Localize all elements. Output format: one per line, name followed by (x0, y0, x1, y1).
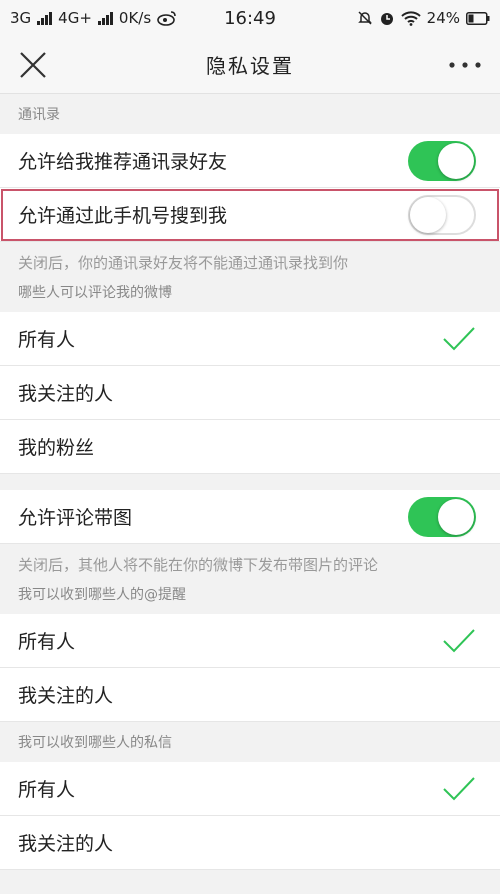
row-label: 允许评论带图 (18, 507, 133, 529)
row-comment-image: 允许评论带图 (0, 490, 500, 544)
option-dm-all[interactable]: 所有人 (0, 762, 500, 816)
option-label: 所有人 (18, 631, 76, 653)
option-label: 所有人 (18, 779, 76, 801)
signal-icon (97, 11, 113, 25)
row-label: 允许通过此手机号搜到我 (18, 205, 228, 227)
more-icon[interactable] (448, 61, 482, 69)
wifi-icon (400, 11, 421, 26)
option-comment-following[interactable]: 我关注的人 (0, 366, 500, 420)
option-mention-all[interactable]: 所有人 (0, 614, 500, 668)
checkmark-icon (443, 628, 475, 652)
hint-comment-image: 关闭后，其他人将不能在你的微博下发布带图片的评论 (18, 555, 379, 574)
option-label: 我关注的人 (18, 685, 114, 707)
toggle-knob (410, 196, 446, 233)
toggle-knob (438, 142, 474, 179)
carrier-1: 3G (10, 9, 32, 27)
option-label: 所有人 (18, 329, 76, 351)
row-phone-search: 允许通过此手机号搜到我 (0, 188, 500, 242)
close-icon[interactable] (18, 50, 48, 80)
option-label: 我关注的人 (18, 833, 114, 855)
mute-icon (357, 11, 372, 25)
hint-contacts: 关闭后，你的通讯录好友将不能通过通讯录找到你 (18, 253, 349, 272)
row-recommend-contacts: 允许给我推荐通讯录好友 (0, 134, 500, 188)
page-title: 隐私设置 (206, 54, 294, 78)
option-dm-following[interactable]: 我关注的人 (0, 816, 500, 870)
toggle-knob (438, 498, 474, 535)
section-label-mention: 我可以收到哪些人的@提醒 (18, 587, 186, 603)
signal-icon (37, 11, 53, 25)
section-label-comment: 哪些人可以评论我的微博 (18, 285, 172, 301)
option-label: 我关注的人 (18, 383, 114, 405)
battery-icon (466, 11, 490, 25)
toggle-recommend-contacts[interactable] (408, 140, 476, 181)
toggle-phone-search[interactable] (408, 194, 476, 235)
option-label: 我的粉丝 (18, 437, 95, 459)
checkmark-icon (443, 776, 475, 800)
toggle-comment-image[interactable] (408, 496, 476, 537)
option-mention-following[interactable]: 我关注的人 (0, 668, 500, 722)
section-label-dm: 我可以收到哪些人的私信 (18, 735, 172, 751)
weibo-icon (157, 11, 176, 26)
battery-level: 24% (426, 9, 460, 27)
status-left: 3G 4G+ 0K/s (10, 9, 177, 27)
network-speed: 0K/s (118, 9, 152, 27)
option-comment-fans[interactable]: 我的粉丝 (0, 420, 500, 474)
option-comment-all[interactable]: 所有人 (0, 312, 500, 366)
checkmark-icon (443, 326, 475, 350)
alarm-icon (380, 13, 393, 25)
section-label-contacts: 通讯录 (18, 107, 60, 123)
row-label: 允许给我推荐通讯录好友 (18, 151, 228, 173)
nav-bar: 隐私设置 (0, 36, 500, 94)
status-right: 24% (357, 9, 490, 27)
carrier-2: 4G+ (58, 9, 92, 27)
status-bar: 3G 4G+ 0K/s 16:49 24% (0, 0, 500, 36)
